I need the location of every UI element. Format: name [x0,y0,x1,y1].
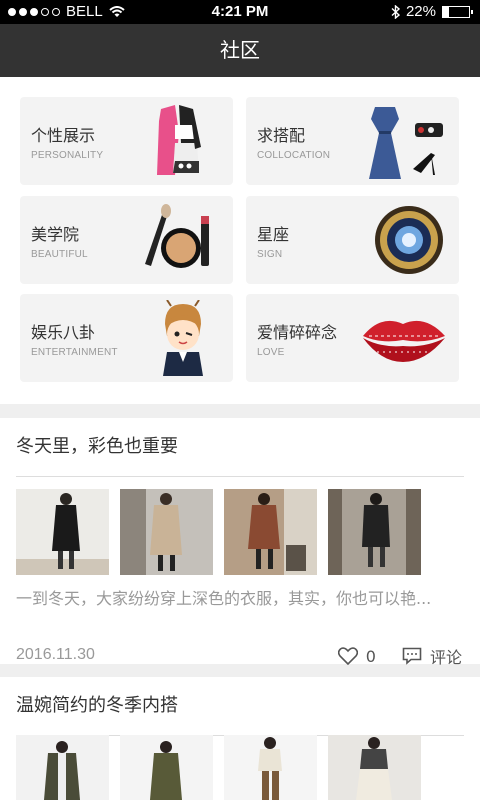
article-card[interactable]: 冬天里，彩色也重要 一到冬天，大家纷纷穿上深色的衣服，其实，你也可以艳... 2… [0,418,480,667]
article-card[interactable]: 温婉简约的冬季内搭 [0,677,480,800]
article-title: 冬天里，彩色也重要 [16,436,178,457]
category-title: 美学院 [31,225,80,244]
category-entertainment[interactable]: 娱乐八卦 ENTERTAINMENT [20,294,233,382]
category-subtitle: BEAUTIFUL [31,249,88,260]
zodiac-icon [375,206,443,274]
article-photo[interactable] [120,735,213,800]
category-title: 求搭配 [257,126,306,145]
category-beautiful[interactable]: 美学院 BEAUTIFUL [20,196,233,284]
bluetooth-icon [391,4,400,19]
coat-icon [157,105,201,175]
article-photo[interactable] [16,489,109,575]
lips-icon [363,320,445,362]
divider [16,476,464,477]
article-date: 2016.11.30 [16,646,95,663]
article-actions: 0 评论 [337,644,462,668]
article-photo[interactable] [16,735,109,800]
article-title: 温婉简约的冬季内搭 [16,695,178,716]
category-title: 爱情碎碎念 [257,323,338,342]
article-photo[interactable] [224,489,317,575]
article-description: 一到冬天，大家纷纷穿上深色的衣服，其实，你也可以艳... [16,589,432,608]
dress-icon [369,107,443,179]
page-title: 社区 [220,38,260,62]
comment-icon[interactable] [402,647,422,665]
heart-icon[interactable] [337,647,358,665]
like-count: 0 [365,646,376,666]
nav-bar: 社区 [0,24,480,77]
battery-icon [442,5,473,18]
article-photo[interactable] [328,735,421,800]
comment-label[interactable]: 评论 [430,644,462,668]
category-subtitle: ENTERTAINMENT [31,347,118,358]
category-subtitle: COLLOCATION [257,150,331,161]
category-subtitle: SIGN [257,249,283,260]
category-sign[interactable]: 星座 SIGN [246,196,459,284]
category-subtitle: LOVE [257,347,285,358]
cartoon-boy-icon [163,300,203,376]
category-title: 个性展示 [31,126,96,145]
article-photo[interactable] [120,489,213,575]
article-photo[interactable] [328,489,421,575]
status-right: 22% [391,3,473,20]
category-personality[interactable]: 个性展示 PERSONALITY [20,97,233,185]
category-collocation[interactable]: 求搭配 COLLOCATION [246,97,459,185]
category-title: 星座 [257,225,290,244]
category-title: 娱乐八卦 [31,323,96,342]
article-photo[interactable] [224,735,317,800]
category-grid: 个性展示 PERSONALITY 求搭配 COLLOCATION 美学院 BEA… [0,77,480,404]
battery-percent: 22% [405,3,436,20]
category-love[interactable]: 爱情碎碎念 LOVE [246,294,459,382]
category-subtitle: PERSONALITY [31,150,104,161]
status-bar: BELL 4:21 PM 22% [0,0,480,24]
makeup-icon [145,204,209,268]
